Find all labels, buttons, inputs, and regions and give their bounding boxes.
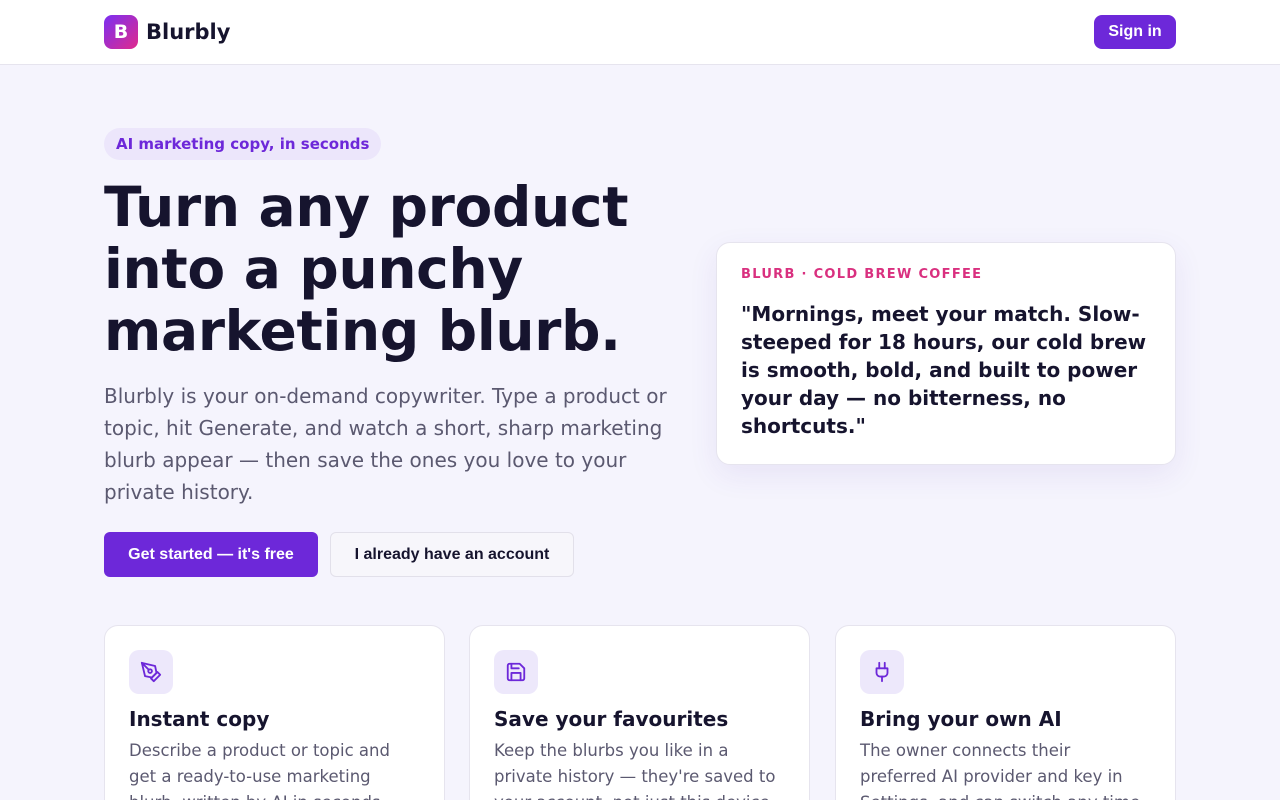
get-started-button[interactable]: Get started — it's free — [104, 532, 318, 577]
feature-description: The owner connects their preferred AI pr… — [860, 741, 1145, 800]
pen-tool-icon — [129, 650, 173, 694]
save-icon — [494, 650, 538, 694]
feature-title: Save your favourites — [494, 707, 729, 731]
tagline-pill: AI marketing copy, in seconds — [104, 128, 382, 160]
feature-title: Bring your own AI — [860, 707, 1062, 731]
feature-card-bring-your-own-ai: Bring your own AI The owner connects the… — [835, 625, 1176, 800]
blurb-kicker: BLURB · COLD BREW COFFEE — [741, 267, 983, 282]
sign-in-button[interactable]: Sign in — [1094, 15, 1176, 49]
feature-description: Describe a product or topic and get a re… — [129, 741, 390, 800]
brand-name[interactable]: Blurbly — [146, 18, 230, 46]
hero-subtitle: Blurbly is your on-demand copywriter. Ty… — [104, 384, 667, 504]
feature-title: Instant copy — [129, 707, 270, 731]
feature-card-save-favourites: Save your favourites Keep the blurbs you… — [469, 625, 810, 800]
top-nav: B Blurbly Sign in — [0, 0, 1280, 65]
hero-title: Turn any product into a punchy marketing… — [104, 175, 629, 363]
sample-blurb-card: BLURB · COLD BREW COFFEE "Mornings, meet… — [716, 242, 1176, 465]
blurb-quote: "Mornings, meet your match. Slow-steeped… — [741, 302, 1147, 438]
plug-icon — [860, 650, 904, 694]
feature-description: Keep the blurbs you like in a private hi… — [494, 741, 776, 800]
feature-card-instant-copy: Instant copy Describe a product or topic… — [104, 625, 445, 800]
existing-account-button[interactable]: I already have an account — [330, 532, 574, 577]
logo-icon[interactable]: B — [104, 15, 138, 49]
